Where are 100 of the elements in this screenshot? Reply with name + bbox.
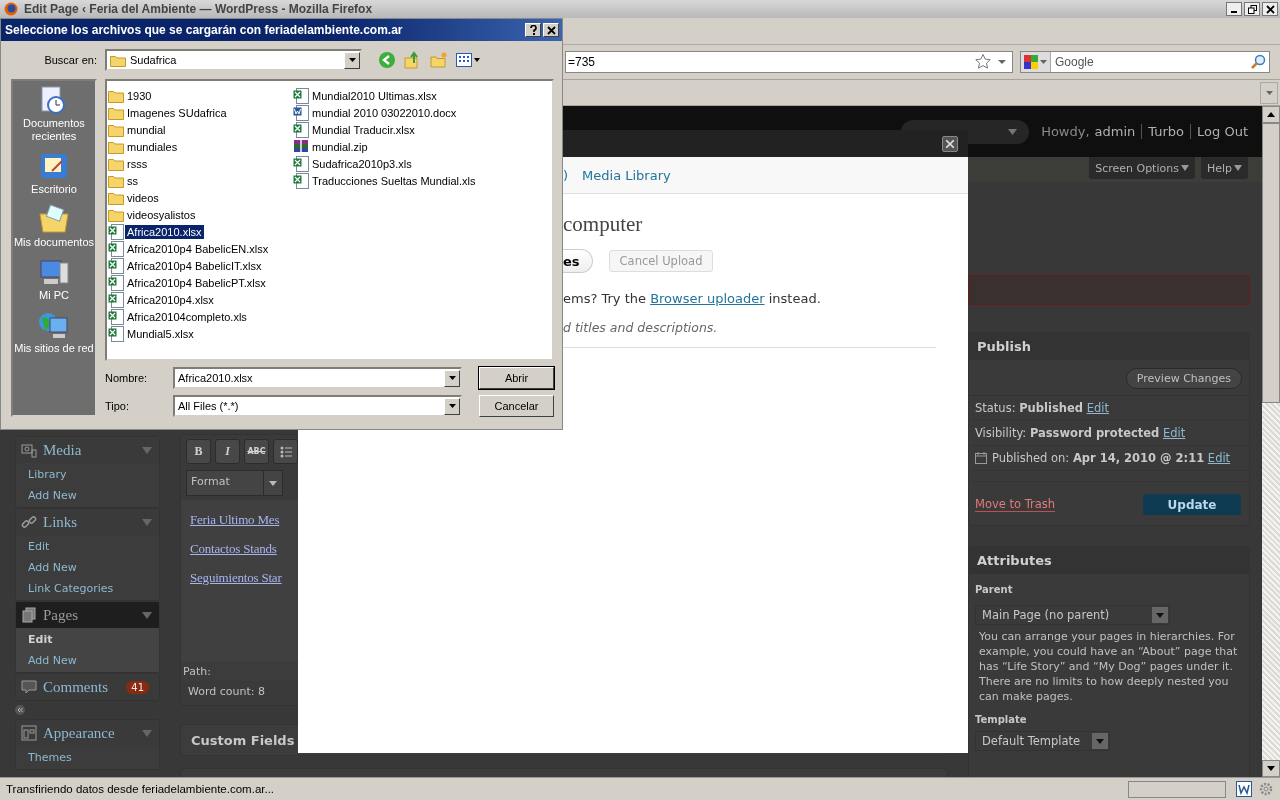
parent-select[interactable]: Main Page (no parent) [975,605,1170,625]
edit-link[interactable]: Edit [1086,401,1109,415]
back-icon[interactable] [378,51,396,69]
content-link[interactable]: Feria Ultimo Mes [190,512,280,528]
grid-view-icon [456,53,472,67]
place-shortcut[interactable]: Mis documentos [13,204,95,249]
file-item[interactable]: videos [108,189,161,206]
screen-meta-button[interactable]: Help [1200,157,1248,179]
submenu-item[interactable]: Add New [16,485,159,506]
greeting-text: Howdy, [1041,124,1090,139]
search-icon[interactable] [1250,54,1266,70]
look-in-select[interactable]: Sudafrica [105,49,362,71]
minimize-button[interactable] [1226,2,1242,16]
file-item[interactable]: Africa20104completo.xls [108,308,249,325]
close-icon [946,139,954,148]
menu-section[interactable]: Comments 41 [16,674,159,700]
help-button[interactable] [525,23,541,37]
file-item[interactable]: 1930 [108,87,154,104]
trash-link[interactable]: Move to Trash [975,497,1056,512]
folder-icon [108,173,124,188]
cancel-button[interactable]: Cancelar [479,395,554,417]
file-type-select[interactable]: All Files (*.*) [173,395,462,417]
question-mark-icon [529,25,537,35]
place-shortcut[interactable]: Mis sitios de red [13,310,95,355]
spreadsheet-file-icon [108,240,124,257]
spreadsheet-file-icon [108,308,124,325]
header-link[interactable]: Turbo [1141,124,1185,139]
submenu-item[interactable]: Library [16,464,159,485]
search-engine-button[interactable] [1021,52,1051,72]
file-item[interactable]: mundiales [108,138,180,155]
format-button[interactable]: ABC [244,439,269,464]
submenu-item[interactable]: Themes [16,747,159,768]
caret-icon [448,404,456,408]
file-item[interactable]: mundial [108,121,168,138]
caret-icon [1265,90,1273,95]
restore-icon [1247,4,1257,14]
list-button[interactable] [273,439,298,464]
calendar-icon [975,452,987,464]
caret-icon[interactable] [998,59,1006,65]
file-item[interactable]: videosyalistos [108,206,198,223]
file-item[interactable]: Sudafrica2010p3.xls [293,155,414,172]
scrollbar[interactable] [1262,106,1280,777]
edit-link[interactable]: Edit [1163,426,1186,440]
search-box[interactable]: Google [1020,51,1270,73]
submenu-item[interactable]: Add New [16,650,159,671]
open-button[interactable]: Abrir [479,367,554,389]
submenu-item[interactable]: Edit [16,536,159,557]
file-item[interactable]: mundial.zip [293,138,370,155]
header-link[interactable]: admin [1094,124,1136,139]
collapse-icon[interactable] [15,705,25,715]
submenu-item[interactable]: Edit [16,629,159,650]
caret-icon [1096,738,1104,744]
close-button[interactable] [942,135,958,152]
file-item[interactable]: ss [108,172,140,189]
header-link[interactable]: Log Out [1190,124,1248,139]
file-item[interactable]: Mundial Traducir.xlsx [293,121,417,138]
view-menu-button[interactable] [456,53,480,67]
tab-list-button[interactable] [1260,81,1278,104]
menu-section[interactable]: Pages [16,602,159,628]
document-icon[interactable] [1236,781,1252,797]
submenu-item[interactable]: Add New [16,557,159,578]
word-count: Word count: 8 [187,684,266,700]
browser-uploader-link[interactable]: Browser uploader [650,291,765,306]
select-files-button[interactable]: es [563,249,593,273]
gear-icon[interactable] [1258,781,1274,797]
update-button[interactable]: Update [1143,494,1241,515]
place-shortcut[interactable]: Documentos recientes [13,85,95,143]
close-button[interactable] [1262,2,1278,16]
place-shortcut[interactable]: Escritorio [13,151,95,196]
file-item[interactable]: rsss [108,155,150,172]
media-library-tab[interactable]: Media Library [582,167,671,183]
caret-icon[interactable] [142,611,152,619]
file-item[interactable]: Africa2010p4 BabelicEN.xlsx [108,240,271,257]
file-item[interactable]: Africa2010p4 BabelicPT.xlsx [108,274,268,291]
address-field[interactable]: =735 [565,51,1013,73]
edit-link[interactable]: Edit [1207,451,1231,465]
file-item[interactable]: Imagenes SUdafrica [108,104,229,121]
file-item[interactable]: Traducciones Sueltas Mundial.xls [293,172,478,189]
bookmark-star-icon[interactable] [974,53,992,71]
file-item[interactable]: Africa2010p4.xlsx [108,291,216,308]
file-item[interactable]: Mundial5.xlsx [108,325,196,342]
submenu-item[interactable]: Link Categories [16,578,159,599]
file-name-field[interactable]: Africa2010.xlsx [173,367,462,389]
file-item[interactable]: Mundial2010 Ultimas.xlsx [293,87,439,104]
browser-logo-icon [4,2,18,16]
format-button[interactable]: I [215,439,240,464]
content-link[interactable]: Contactos Stands [190,541,277,557]
close-icon [546,25,556,35]
preview-button[interactable]: Preview Changes [1125,368,1242,389]
file-item[interactable]: mundial 2010 03022010.docx [293,104,459,121]
template-select[interactable]: Default Template [975,731,1110,751]
content-link[interactable]: Seguimientos Star [190,570,282,586]
tab-fragment[interactable]: ) [563,167,569,183]
status-text: Status: Published Edit [975,401,1109,415]
format-button[interactable]: B [186,439,211,464]
place-shortcut[interactable]: Mi PC [13,257,95,302]
screen-meta-button[interactable]: Screen Options [1089,157,1195,179]
restore-button[interactable] [1244,2,1260,16]
file-item[interactable]: Africa2010p4 BabelicIT.xlsx [108,257,264,274]
format-select[interactable]: Format [186,470,283,496]
